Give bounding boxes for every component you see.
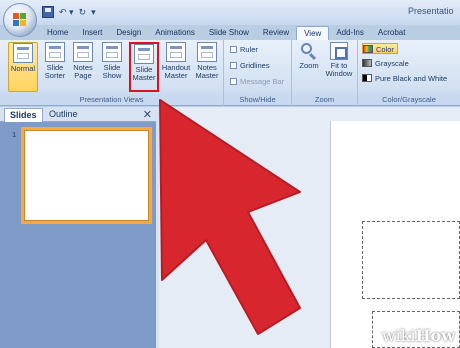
color-grayscale-group: Color Grayscale Pure Black and White Col…: [358, 40, 460, 106]
tab-acrobat[interactable]: Acrobat: [371, 26, 413, 40]
button-label: Pure Black and White: [375, 74, 448, 83]
tab-view[interactable]: View: [296, 26, 330, 40]
slides-pane: Slides Outline ✕ 1: [0, 107, 156, 348]
notes-master-icon: [197, 42, 217, 62]
group-label: Zoom: [292, 95, 357, 105]
notes-master-button[interactable]: Notes Master: [192, 42, 222, 92]
customize-qat-icon[interactable]: ▾: [91, 6, 96, 18]
office-button[interactable]: [3, 3, 37, 37]
button-label: Color: [376, 45, 394, 54]
watermark-how: How: [415, 326, 455, 345]
grayscale-icon: [362, 59, 372, 67]
grayscale-button[interactable]: Grayscale: [362, 58, 412, 69]
fit-to-window-button[interactable]: Fit to Window: [324, 42, 354, 92]
slide-sorter-icon: [45, 42, 65, 62]
button-label: Sorter: [44, 71, 66, 80]
watermark-wiki: wiki: [381, 326, 416, 345]
window-title: Presentatio: [408, 6, 454, 16]
group-label: Presentation Views: [0, 95, 223, 105]
tab-outline[interactable]: Outline: [44, 108, 83, 122]
magnifier-icon: [300, 42, 318, 61]
fit-to-window-icon: [330, 42, 348, 60]
tab-home[interactable]: Home: [40, 26, 75, 40]
content-placeholder[interactable]: [362, 221, 460, 299]
button-label: Window: [325, 69, 353, 78]
redo-icon[interactable]: ↻: [79, 6, 87, 18]
tab-review[interactable]: Review: [256, 26, 296, 40]
tab-add-ins[interactable]: Add-Ins: [329, 26, 371, 40]
save-icon[interactable]: [42, 6, 54, 18]
quick-access-toolbar: ↶ ▾ ↻ ▾: [42, 6, 96, 18]
slide-thumbnail[interactable]: [21, 127, 152, 224]
gridlines-checkbox[interactable]: Gridlines: [230, 61, 270, 70]
tab-animations[interactable]: Animations: [148, 26, 202, 40]
checkbox-icon: [230, 46, 237, 53]
checkbox-label: Gridlines: [240, 61, 270, 70]
button-label: Page: [74, 71, 92, 80]
message-bar-checkbox: Message Bar: [230, 77, 284, 86]
checkbox-label: Ruler: [240, 45, 258, 54]
slide-master-icon: [134, 44, 154, 64]
show-hide-group: Ruler Gridlines Message Bar Show/Hide: [224, 40, 292, 106]
button-label: Master: [164, 71, 188, 80]
ribbon-tabs: Home Insert Design Animations Slide Show…: [40, 26, 412, 40]
checkbox-icon: [230, 78, 237, 85]
color-icon: [363, 45, 373, 53]
pure-black-white-button[interactable]: Pure Black and White: [362, 73, 450, 84]
notes-page-button[interactable]: Notes Page: [68, 42, 98, 92]
slide-number: 1: [12, 130, 17, 139]
presentation-views-group: Normal Slide Sorter Notes Page Slide Sho…: [0, 40, 224, 106]
normal-view-button[interactable]: Normal: [8, 42, 38, 92]
slide-show-button[interactable]: Slide Show: [97, 42, 127, 92]
slide-show-icon: [102, 42, 122, 62]
color-button[interactable]: Color: [362, 43, 398, 54]
zoom-button[interactable]: Zoom: [294, 42, 324, 92]
button-label: Zoom: [299, 61, 319, 70]
pane-tabs: Slides Outline ✕: [0, 107, 156, 122]
normal-view-icon: [13, 43, 33, 63]
checkbox-label: Message Bar: [240, 77, 285, 86]
handout-master-button[interactable]: Handout Master: [161, 42, 191, 92]
close-icon[interactable]: ✕: [143, 108, 152, 121]
ruler-checkbox[interactable]: Ruler: [230, 45, 258, 54]
tab-insert[interactable]: Insert: [75, 26, 109, 40]
black-white-icon: [362, 74, 372, 82]
button-label: Master: [195, 71, 219, 80]
button-label: Normal: [10, 64, 36, 73]
title-bar: ↶ ▾ ↻ ▾ Presentatio: [0, 0, 460, 25]
tab-design[interactable]: Design: [109, 26, 148, 40]
checkbox-icon: [230, 62, 237, 69]
handout-master-icon: [166, 42, 186, 62]
undo-icon[interactable]: ↶ ▾: [59, 6, 74, 18]
office-logo-icon: [13, 13, 27, 27]
slide-thumbnail-preview: [24, 130, 149, 221]
notes-page-icon: [73, 42, 93, 62]
button-label: Grayscale: [375, 59, 409, 68]
slide-sorter-button[interactable]: Slide Sorter: [40, 42, 70, 92]
ribbon: Normal Slide Sorter Notes Page Slide Sho…: [0, 40, 460, 106]
zoom-group: Zoom Fit to Window Zoom: [292, 40, 358, 106]
tab-slide-show[interactable]: Slide Show: [202, 26, 256, 40]
group-label: Color/Grayscale: [358, 95, 460, 105]
group-label: Show/Hide: [224, 95, 291, 105]
button-label: Show: [102, 71, 122, 80]
wikihow-watermark: wikiHow: [382, 326, 455, 345]
button-label: Master: [132, 73, 156, 82]
tab-slides[interactable]: Slides: [4, 108, 43, 122]
slide-master-button[interactable]: Slide Master: [129, 42, 159, 92]
